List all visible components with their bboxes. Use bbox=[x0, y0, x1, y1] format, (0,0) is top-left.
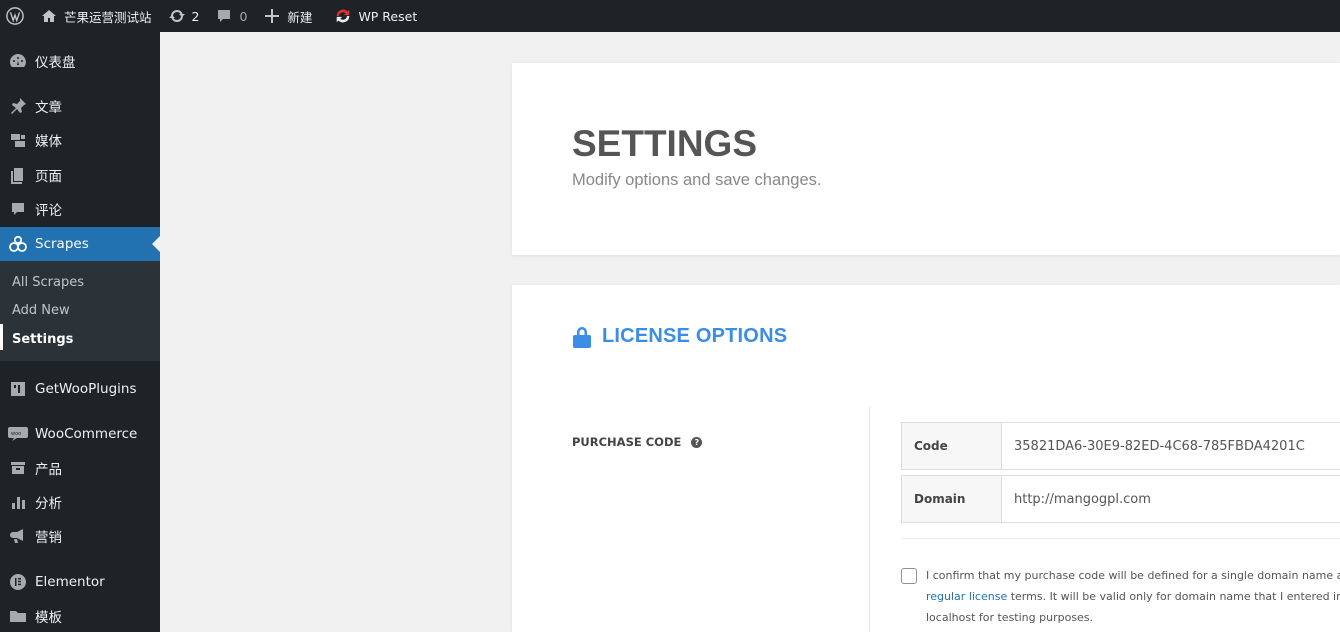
submenu-add-new[interactable]: Add New bbox=[12, 303, 70, 318]
sidebar-item-comments[interactable]: 评论 bbox=[0, 192, 160, 226]
sidebar-item-pages[interactable]: 页面 bbox=[0, 158, 160, 192]
sidebar-label: Elementor bbox=[35, 574, 105, 590]
confirm-line-3: localhost for testing purposes. bbox=[926, 611, 1094, 624]
comments-count: 0 bbox=[239, 8, 248, 24]
sidebar-label: 媒体 bbox=[35, 134, 62, 150]
sidebar-label: 评论 bbox=[35, 203, 62, 219]
sidebar-label: 页面 bbox=[35, 169, 62, 185]
code-field: Code bbox=[901, 422, 1340, 470]
woo-icon: woo bbox=[8, 424, 28, 444]
divider bbox=[869, 407, 870, 632]
comments-link[interactable]: 0 bbox=[207, 0, 255, 32]
svg-text:woo: woo bbox=[11, 431, 21, 437]
confirm-line-1: I confirm that my purchase code will be … bbox=[926, 569, 1340, 582]
admin-sidebar: 仪表盘 文章 媒体 页面 评论 Scrapes All Scrapes Add … bbox=[0, 32, 160, 632]
products-icon bbox=[8, 458, 28, 478]
page-icon bbox=[8, 165, 28, 185]
new-content-link[interactable]: 新建 bbox=[255, 0, 320, 32]
confirm-text: I confirm that my purchase code will be … bbox=[926, 565, 1340, 628]
submenu-settings[interactable]: Settings bbox=[12, 332, 73, 347]
sidebar-label: Scrapes bbox=[35, 236, 89, 252]
section-title: LICENSE OPTIONS bbox=[602, 325, 788, 347]
help-icon[interactable]: ? bbox=[691, 436, 703, 448]
sidebar-item-elementor[interactable]: Elementor bbox=[0, 565, 160, 599]
site-name: 芒果运营测试站 bbox=[64, 9, 152, 25]
sidebar-label: 仪表盘 bbox=[35, 55, 76, 71]
plugins-icon bbox=[8, 379, 28, 399]
sidebar-label: WooCommerce bbox=[35, 426, 138, 442]
settings-header-card: SETTINGS Modify options and save changes… bbox=[512, 63, 1340, 255]
new-label: 新建 bbox=[287, 9, 313, 25]
sidebar-item-woocommerce[interactable]: woo WooCommerce bbox=[0, 417, 160, 451]
elementor-icon bbox=[8, 572, 28, 592]
submenu-all-scrapes[interactable]: All Scrapes bbox=[12, 275, 84, 290]
sidebar-label: 模板 bbox=[35, 610, 62, 626]
page-title: SETTINGS bbox=[572, 123, 758, 164]
sidebar-item-analytics[interactable]: 分析 bbox=[0, 485, 160, 519]
sidebar-item-scrapes[interactable]: Scrapes bbox=[0, 227, 160, 261]
comment-icon bbox=[8, 199, 28, 219]
comment-bubble-icon bbox=[215, 7, 233, 25]
license-options-card: LICENSE OPTIONS PURCHASE CODE ? Code Dom… bbox=[512, 285, 1340, 632]
regular-license-link[interactable]: regular license bbox=[926, 590, 1007, 603]
sidebar-item-products[interactable]: 产品 bbox=[0, 451, 160, 485]
separator bbox=[901, 538, 1340, 539]
updates-icon bbox=[168, 7, 186, 25]
wordpress-logo-button[interactable] bbox=[0, 0, 32, 32]
wp-reset-link[interactable]: WP Reset bbox=[320, 0, 425, 32]
purchase-code-label: PURCHASE CODE ? bbox=[572, 435, 703, 449]
scrapes-icon bbox=[8, 234, 28, 254]
sidebar-item-posts[interactable]: 文章 bbox=[0, 89, 160, 123]
confirm-checkbox[interactable] bbox=[901, 568, 917, 584]
code-label: Code bbox=[902, 423, 1002, 469]
admin-bar: 芒果运营测试站 2 0 新建 WP Reset bbox=[0, 0, 1340, 32]
dashboard-icon bbox=[8, 51, 28, 71]
code-input[interactable] bbox=[1002, 423, 1340, 469]
confirm-line-2: regular license terms. It will be valid … bbox=[926, 586, 1340, 607]
plus-icon bbox=[263, 7, 281, 25]
sidebar-label: 营销 bbox=[35, 530, 62, 546]
pin-icon bbox=[8, 96, 28, 116]
sidebar-label: GetWooPlugins bbox=[35, 381, 137, 397]
sidebar-item-media[interactable]: 媒体 bbox=[0, 123, 160, 157]
media-icon bbox=[8, 130, 28, 150]
updates-link[interactable]: 2 bbox=[160, 0, 208, 32]
page-subtitle: Modify options and save changes. bbox=[572, 171, 822, 189]
sidebar-item-getwooplugins[interactable]: GetWooPlugins bbox=[0, 372, 160, 406]
sidebar-item-templates[interactable]: 模板 bbox=[0, 599, 160, 632]
sidebar-item-marketing[interactable]: 营销 bbox=[0, 519, 160, 553]
analytics-icon bbox=[8, 492, 28, 512]
purchase-code-text: PURCHASE CODE bbox=[572, 435, 682, 449]
lock-icon bbox=[572, 325, 592, 353]
templates-icon bbox=[8, 606, 28, 626]
scrapes-submenu: All Scrapes Add New Settings bbox=[0, 261, 160, 361]
home-icon bbox=[40, 7, 58, 25]
wp-reset-label: WP Reset bbox=[358, 8, 418, 24]
domain-field: Domain bbox=[901, 475, 1340, 523]
domain-label: Domain bbox=[902, 476, 1002, 522]
sidebar-item-dashboard[interactable]: 仪表盘 bbox=[0, 44, 160, 78]
sidebar-label: 文章 bbox=[35, 100, 62, 116]
confirm-line-2-text: terms. It will be valid only for domain … bbox=[1007, 590, 1340, 603]
wp-reset-icon bbox=[334, 7, 352, 25]
updates-count: 2 bbox=[191, 8, 200, 24]
sidebar-label: 产品 bbox=[35, 462, 62, 478]
marketing-icon bbox=[8, 526, 28, 546]
domain-input[interactable] bbox=[1002, 476, 1340, 522]
current-item-indicator bbox=[0, 324, 3, 350]
site-name-link[interactable]: 芒果运营测试站 bbox=[32, 0, 160, 32]
sidebar-label: 分析 bbox=[35, 496, 62, 512]
wordpress-icon bbox=[6, 7, 24, 25]
